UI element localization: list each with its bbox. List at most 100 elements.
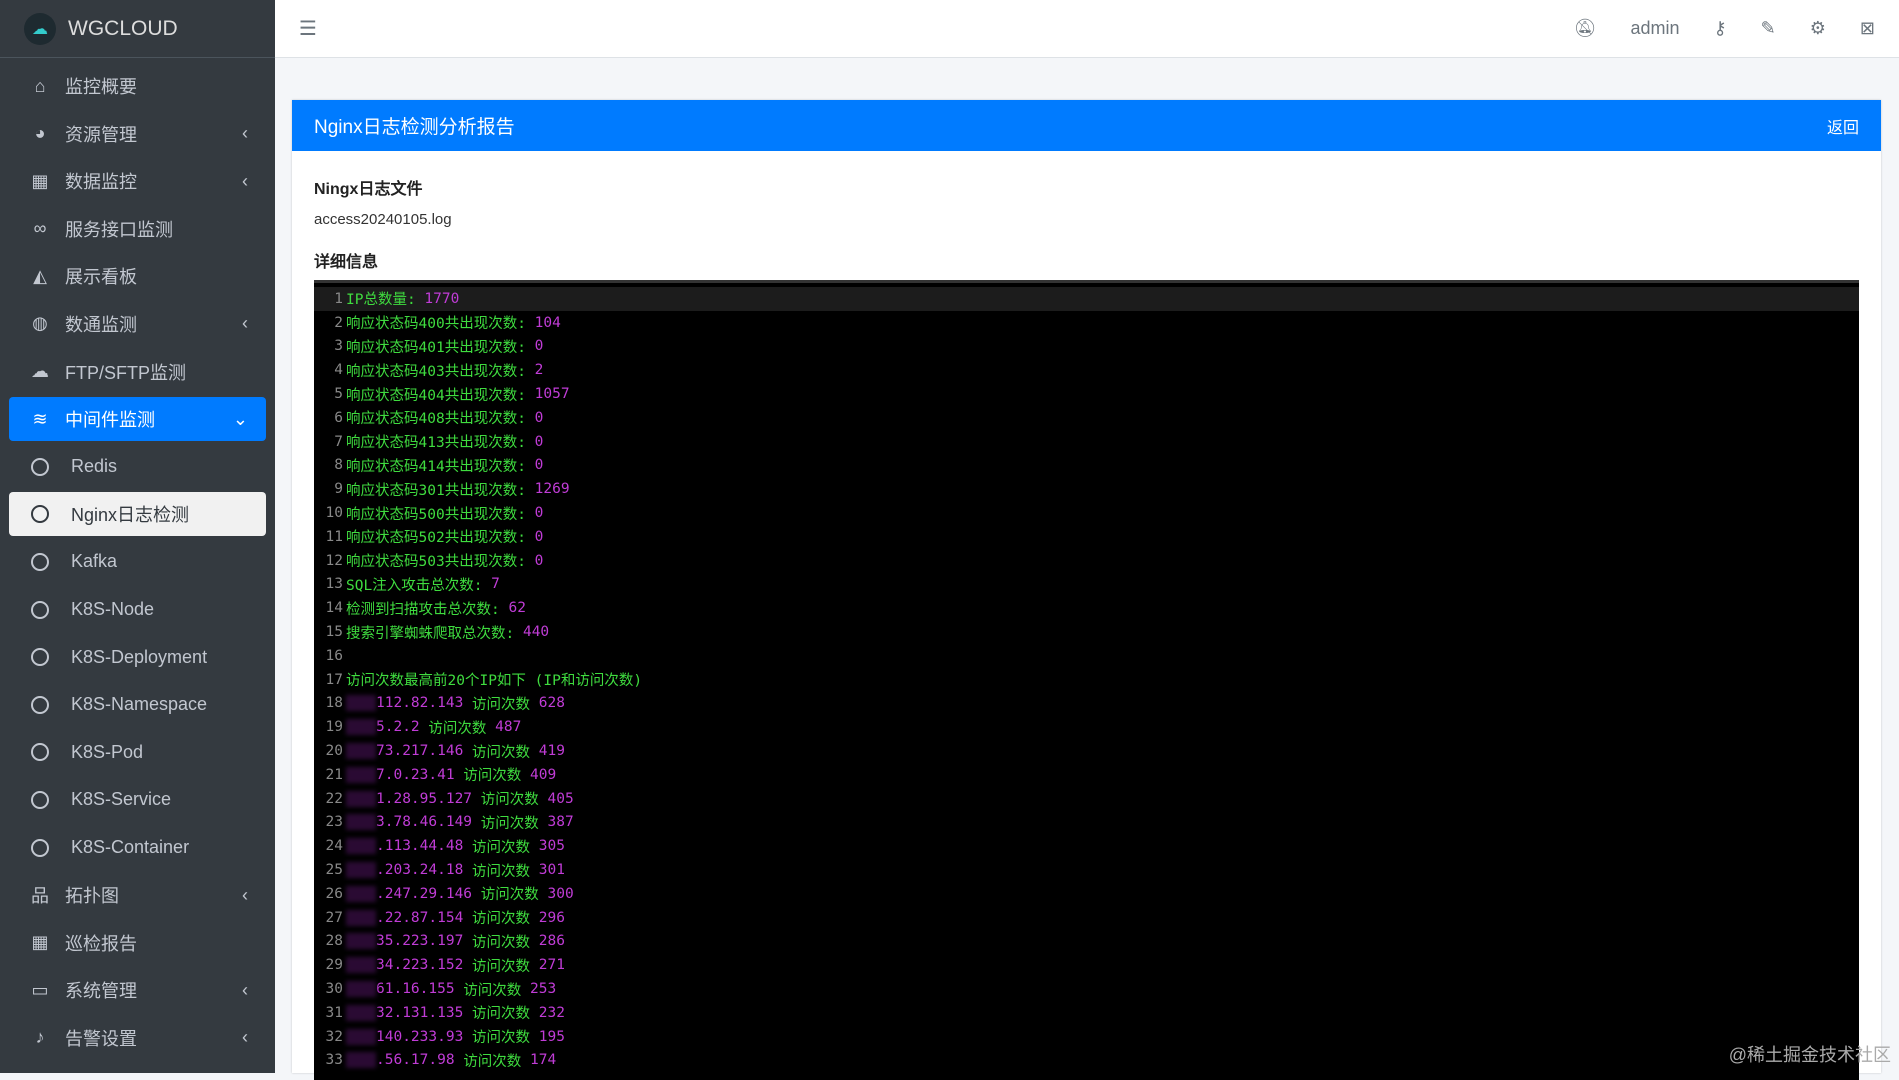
line-number: 30 xyxy=(325,981,343,997)
line-number: 16 xyxy=(325,647,343,664)
ip-visit-count: 286 xyxy=(538,933,565,950)
sidebar-item[interactable]: ▭ 系统管理 ‹ xyxy=(9,968,266,1012)
line-number: 22 xyxy=(325,790,343,807)
circle-icon xyxy=(31,600,49,619)
sidebar-subitem[interactable]: K8S-Namespace xyxy=(9,683,266,727)
sitemap-icon: 品 xyxy=(31,886,49,907)
line-value: 0 xyxy=(534,528,544,545)
ip-visit-label: 访问次数 xyxy=(463,982,522,999)
watermark: @稀土掘金技术社区 xyxy=(1728,1045,1891,1065)
line-number: 8 xyxy=(334,457,343,474)
line-value: 1269 xyxy=(534,481,570,498)
sidebar-subitem[interactable]: Nginx日志检测 xyxy=(9,492,266,537)
ip-line: 23 3.78.46.149 访问次数 387 xyxy=(314,811,1859,835)
brand[interactable]: ☁ WGCLOUD xyxy=(0,0,275,58)
line-number: 18 xyxy=(325,695,343,712)
line-number: 12 xyxy=(325,552,343,569)
sidebar-item-label: Nginx日志检测 xyxy=(71,505,190,526)
line-number: 28 xyxy=(325,933,343,950)
sidebar-subitem[interactable]: K8S-Container xyxy=(9,826,266,870)
code-line: 17 访问次数最高前20个IP如下 (IP和访问次数) xyxy=(314,668,1859,692)
masked-ip-prefix xyxy=(346,719,376,736)
sidebar-item[interactable]: ◍ 数通监测 ‹ xyxy=(9,302,266,346)
code-line: 14 检测到扫描攻击总次数: 62 xyxy=(314,596,1859,620)
masked-ip-prefix xyxy=(346,695,376,712)
sidebar-item-label: 数据监控 xyxy=(65,172,137,193)
ip-address: .113.44.48 xyxy=(376,838,464,855)
key-icon[interactable]: ⚷ xyxy=(1713,18,1726,39)
sidebar-subitem[interactable]: K8S-Node xyxy=(9,588,266,632)
sidebar-item[interactable]: ◭ 展示看板 xyxy=(9,254,266,298)
bell-slash-icon[interactable]: 🔕︎ xyxy=(1574,18,1597,39)
panel-header: Nginx日志检测分析报告 返回 xyxy=(292,100,1881,151)
sidebar-item[interactable]: ◕ 资源管理 ‹ xyxy=(9,112,266,156)
sidebar-item[interactable]: ▦ 巡检报告 xyxy=(9,921,266,965)
ip-visit-count: 409 xyxy=(530,766,557,783)
code-line: 15 搜索引擎蜘蛛爬取总次数: 440 xyxy=(314,620,1859,644)
sidebar-item-label: 巡检报告 xyxy=(65,933,137,954)
sidebar-subitem[interactable]: K8S-Deployment xyxy=(9,635,266,679)
ip-line: 19 5.2.2 访问次数 487 xyxy=(314,715,1859,739)
sidebar-item-label: 告警设置 xyxy=(65,1028,137,1049)
sidebar-nav: ⌂ 监控概要 ◕ 资源管理 ‹ ▦ 数据监控 ‹ ∞ 服务接口监测 ◭ 展示看板 ◍ 数通监测 ‹ ☁ FTP/… xyxy=(0,58,275,1069)
edit-icon[interactable]: ✎ xyxy=(1761,18,1776,39)
masked-ip-prefix xyxy=(346,933,376,950)
ip-visit-label: 访问次数 xyxy=(472,744,531,761)
ip-address: .247.29.146 xyxy=(376,885,473,902)
log-report-code[interactable]: 1 IP总数量: 1770 2 响应状态码400共出现次数: 104 3 响应状态码401… xyxy=(314,280,1859,1080)
line-number: 1 xyxy=(334,290,343,307)
circle-icon xyxy=(31,743,49,762)
line-number: 2 xyxy=(334,314,343,331)
masked-ip-prefix xyxy=(346,814,376,831)
top-navbar: ☰ 🔕︎ admin ⚷ ✎ ⚙ ⊠ xyxy=(275,0,1899,58)
sidebar-item[interactable]: ☁ FTP/SFTP监测 xyxy=(9,350,266,394)
sidebar-subitem[interactable]: Redis xyxy=(9,445,266,489)
masked-ip-prefix xyxy=(346,838,376,855)
user-name[interactable]: admin xyxy=(1630,18,1679,39)
masked-ip-prefix xyxy=(346,862,376,879)
bell-icon: ♪ xyxy=(35,1027,45,1048)
line-number: 25 xyxy=(325,862,343,879)
chevron-left-icon: ‹ xyxy=(242,979,248,1000)
sidebar-item[interactable]: ♪ 告警设置 ‹ xyxy=(9,1016,266,1060)
ip-address: 5.2.2 xyxy=(376,719,420,736)
sidebar-item-label: Kafka xyxy=(71,551,118,572)
ip-address: 140.233.93 xyxy=(376,1028,464,1045)
line-number: 23 xyxy=(325,814,343,831)
line-value: 62 xyxy=(508,600,526,617)
menu-toggle-icon[interactable]: ☰ xyxy=(299,16,317,41)
gear-icon[interactable]: ⚙ xyxy=(1810,18,1826,39)
line-number: 11 xyxy=(325,528,343,545)
sidebar-item[interactable]: 品拓扑图 ‹ xyxy=(9,873,266,917)
back-link[interactable]: 返回 xyxy=(1827,114,1859,138)
sidebar-item[interactable]: ∞ 服务接口监测 xyxy=(9,207,266,251)
close-window-icon[interactable]: ⊠ xyxy=(1860,18,1875,39)
line-text: 响应状态码400共出现次数: xyxy=(346,316,535,333)
sidebar-item[interactable]: ⌂ 监控概要 xyxy=(9,64,266,108)
circle-icon xyxy=(31,457,49,476)
sidebar-item[interactable]: ▦ 数据监控 ‹ xyxy=(9,159,266,203)
ip-visit-count: 296 xyxy=(538,909,565,926)
ip-line: 29 34.223.152 访问次数 271 xyxy=(314,953,1859,977)
sidebar-subitem[interactable]: Kafka xyxy=(9,540,266,584)
line-number: 27 xyxy=(325,909,343,926)
sidebar-item[interactable]: ≋ 中间件监测 ⌄ xyxy=(9,397,266,442)
ip-address: .203.24.18 xyxy=(376,862,464,879)
sidebar-subitem[interactable]: K8S-Service xyxy=(9,778,266,822)
ip-line: 26 .247.29.146 访问次数 300 xyxy=(314,882,1859,906)
ip-visit-label: 访问次数 xyxy=(480,887,539,904)
sidebar-item-label: K8S-Container xyxy=(71,837,190,857)
line-text: 响应状态码401共出现次数: xyxy=(346,339,535,356)
line-value: 0 xyxy=(534,338,544,355)
sidebar-item-label: K8S-Node xyxy=(71,599,155,620)
detail-label: 详细信息 xyxy=(314,254,379,271)
calendar-icon: ▦ xyxy=(31,932,49,953)
line-value: 440 xyxy=(522,624,550,641)
ip-address: 73.217.146 xyxy=(376,743,464,760)
line-value: 0 xyxy=(534,457,544,474)
line-text: 响应状态码403共出现次数: xyxy=(346,363,535,380)
line-number: 29 xyxy=(325,957,343,974)
line-number: 6 xyxy=(334,409,343,426)
sidebar-subitem[interactable]: K8S-Pod xyxy=(9,730,266,774)
line-number: 19 xyxy=(325,719,343,736)
